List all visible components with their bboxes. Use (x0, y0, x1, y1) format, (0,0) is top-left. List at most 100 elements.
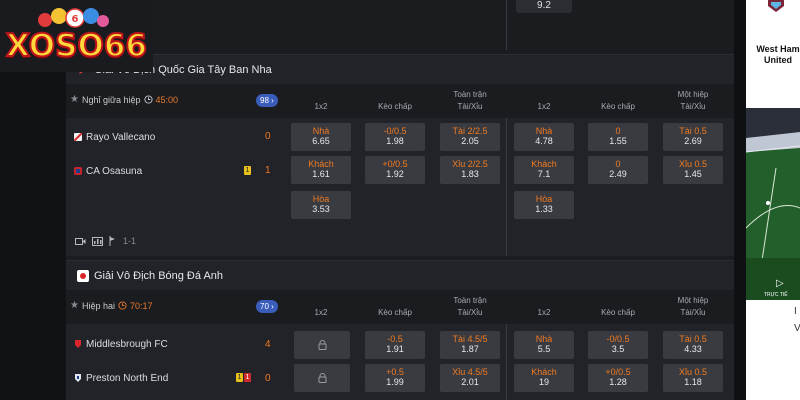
team-score: 0 (265, 131, 271, 142)
odd-value: 1.83 (461, 169, 479, 179)
odd-value: 7.1 (537, 169, 551, 179)
site-logo[interactable]: 6 XOSO66 (0, 0, 153, 72)
odd-value: 1.28 (609, 377, 627, 387)
header-half-over-under: Tài/Xỉu (680, 308, 706, 317)
odd-cell[interactable]: -0/0.5 1.98 (365, 123, 425, 151)
odd-label: Tài 4.5/5 (452, 334, 488, 344)
right-separator (734, 0, 746, 400)
header-1x2: 1x2 (314, 102, 328, 111)
odd-label: Nhà (535, 126, 553, 136)
odd-value: 1.55 (609, 136, 627, 146)
team-away[interactable]: CA Osasuna (74, 161, 142, 181)
odd-value: 2.69 (684, 136, 702, 146)
team-score: 0 (265, 373, 271, 384)
league-header[interactable]: Giải Vô Địch Quốc Gia Tây Ban Nha (66, 54, 734, 84)
column-divider (506, 0, 507, 50)
header-handicap: Kèo chấp (378, 308, 412, 317)
league-name: Giải Vô Địch Bóng Đá Anh (94, 270, 224, 282)
odd-value: 1.18 (684, 377, 702, 387)
status-text: Hiệp hai (81, 300, 115, 311)
odd-cell[interactable]: Tài 0.5 2.69 (663, 123, 723, 151)
match-status: ★ Hiệp hai 70:17 (70, 300, 153, 311)
odd-cell[interactable]: +0/0.5 1.92 (365, 156, 425, 184)
column-divider (506, 118, 507, 256)
status-text: Nghỉ giữa hiệp (81, 94, 141, 105)
header-half-over-under: Tài/Xỉu (680, 102, 706, 111)
odd-label: Tài 0.5 (679, 334, 707, 344)
odd-value: 1.92 (386, 169, 404, 179)
odd-cell[interactable]: -0/0.5 3.5 (588, 331, 648, 359)
odd-cell[interactable]: Nhà 6.65 (291, 123, 351, 151)
header-over-under: Tài/Xỉu (457, 102, 483, 111)
live-video-thumbnail[interactable] (746, 108, 800, 300)
header-half-1x2: 1x2 (537, 102, 551, 111)
odd-cell[interactable]: 0 1.55 (588, 123, 648, 151)
odd-cell[interactable]: Hòa 3.53 (291, 191, 351, 219)
odd-cell[interactable]: Khách 1.61 (291, 156, 351, 184)
header-fulltime: Toàn trận (453, 296, 487, 305)
more-bets-button[interactable]: 98 › (256, 94, 278, 107)
header-half-handicap: Kèo chấp (601, 102, 635, 111)
locked-odd-cell (294, 331, 350, 359)
odd-label: Nhà (535, 334, 553, 344)
odd-value: 19 (538, 377, 549, 387)
odd-cell[interactable]: Nhà 5.5 (514, 331, 574, 359)
odd-cell[interactable]: 0 2.49 (588, 156, 648, 184)
odd-cell[interactable]: Xỉu 0.5 1.18 (663, 364, 723, 392)
match-time: 45:00 (155, 94, 179, 105)
more-bets-count: 98 (260, 96, 269, 105)
odd-value: 1.99 (386, 377, 404, 387)
odd-cell[interactable]: Xỉu 2/2.5 1.83 (440, 156, 500, 184)
yellow-card-badge: 1 (244, 166, 251, 175)
odd-value: 1.98 (386, 136, 404, 146)
odd-label: +0.5 (386, 367, 404, 377)
odd-cell[interactable]: Tài 4.5/5 1.87 (440, 331, 500, 359)
odd-cell[interactable]: +0.5 1.99 (365, 364, 425, 392)
odd-cell[interactable]: 9.2 (516, 0, 572, 13)
clock-icon (118, 301, 127, 310)
match-block: Rayo Vallecano 0 CA Osasuna 1 1 Nhà 6.65 … (66, 118, 734, 256)
odd-value: 5.5 (537, 344, 551, 354)
odd-label: Xỉu 0.5 (678, 159, 708, 169)
odd-cell[interactable]: Tài 0.5 4.33 (663, 331, 723, 359)
odd-value: 4.78 (535, 136, 553, 146)
team-crest-icon (74, 133, 82, 141)
play-icon[interactable]: ▷ (776, 278, 784, 289)
odd-label: Nhà (312, 126, 330, 136)
odd-cell[interactable]: +0/0.5 1.28 (588, 364, 648, 392)
header-fulltime: Toàn trận (453, 90, 487, 99)
previous-match-strip: 9.2 (66, 0, 734, 52)
team-name: Rayo Vallecano (86, 131, 156, 143)
team-home[interactable]: Middlesbrough FC (74, 334, 168, 354)
odd-label: Xỉu 0.5 (678, 367, 708, 377)
odd-value: 2.01 (461, 377, 479, 387)
odd-cell[interactable]: Khách 19 (514, 364, 574, 392)
lock-icon (318, 340, 326, 350)
team-score: 1 (265, 165, 271, 176)
odd-cell[interactable]: Tài 2/2.5 2.05 (440, 123, 500, 151)
odd-cell[interactable]: Nhà 4.78 (514, 123, 574, 151)
odd-value: 1.87 (461, 344, 479, 354)
featured-team-label: West Ham United (756, 44, 800, 65)
stats-icon[interactable] (92, 236, 103, 246)
team-name: Preston North End (86, 372, 169, 384)
team-away[interactable]: Preston North End (74, 368, 168, 388)
odd-value: 1.45 (684, 169, 702, 179)
odd-cell[interactable]: Khách 7.1 (514, 156, 574, 184)
odd-cell[interactable]: Xỉu 0.5 1.45 (663, 156, 723, 184)
team-home[interactable]: Rayo Vallecano (74, 127, 155, 147)
odd-cell[interactable]: Xỉu 4.5/5 2.01 (440, 364, 500, 392)
odd-cell[interactable]: -0.5 1.91 (365, 331, 425, 359)
team-crest-icon (75, 340, 81, 348)
video-icon[interactable] (75, 237, 86, 246)
match-tools: 1-1 (75, 236, 136, 246)
league-header[interactable]: Giải Vô Địch Bóng Đá Anh (66, 260, 734, 290)
odd-label: -0/0.5 (606, 334, 630, 344)
odd-value: 1.33 (535, 204, 553, 214)
odd-cell[interactable]: Hòa 1.33 (514, 191, 574, 219)
header-handicap: Kèo chấp (378, 102, 412, 111)
efl-icon (77, 270, 89, 282)
more-bets-button[interactable]: 70 › (256, 300, 278, 313)
header-halftime: Một hiệp (677, 296, 709, 305)
odd-label: Khách (531, 159, 557, 169)
